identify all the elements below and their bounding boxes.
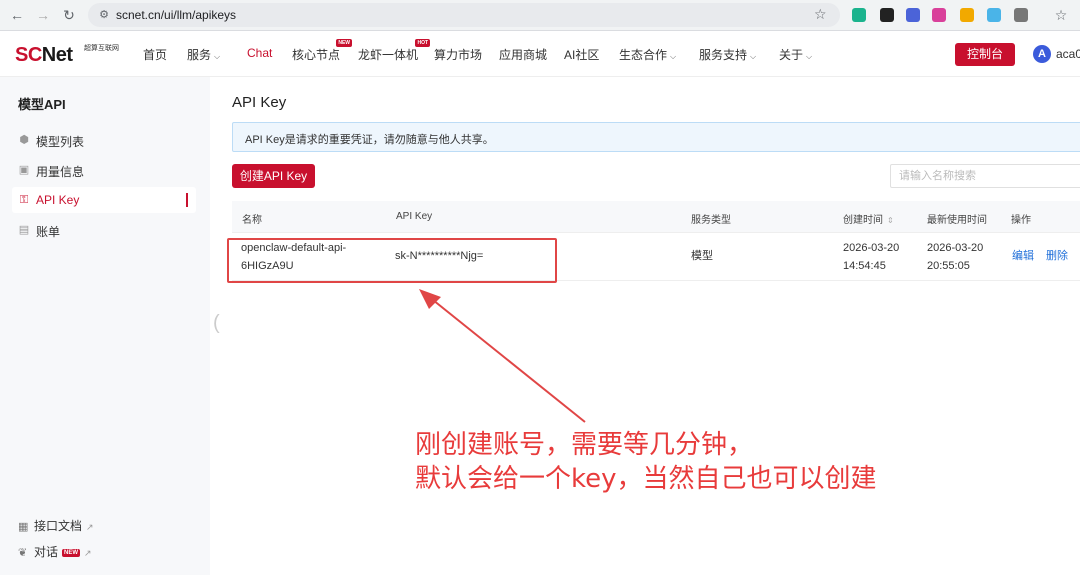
external-link-icon: ↗ [86, 522, 94, 532]
nav-compute-market[interactable]: 算力市场 [434, 46, 482, 63]
nav-app-store[interactable]: 应用商城 [499, 46, 547, 63]
delete-link[interactable]: 删除 [1046, 247, 1068, 265]
sidebar: 模型API ⬢ 模型列表 ▣ 用量信息 ⚿ API Key ▤ 账单 ▦ 接口文档… [0, 77, 210, 575]
cell-service-type: 模型 [691, 250, 713, 262]
column-actions: 操作 [1011, 215, 1031, 226]
address-bar[interactable]: ⚙ scnet.cn/ui/llm/apikeys ☆ [88, 3, 840, 27]
nav-home[interactable]: 首页 [143, 46, 167, 63]
nav-ai-community[interactable]: AI社区 [564, 46, 599, 63]
username[interactable]: aca0 [1056, 47, 1080, 61]
create-api-key-button[interactable]: 创建API Key [232, 164, 315, 188]
nav-ecosystem[interactable]: 生态合作 ⌵ [619, 46, 676, 63]
reload-icon[interactable]: ↻ [60, 6, 78, 24]
extension-icon[interactable] [960, 8, 974, 22]
bill-icon: ▤ [18, 224, 30, 236]
new-badge: NEW [336, 39, 353, 47]
chat-link[interactable]: ❦ 对话 NEW ↗ [18, 543, 92, 560]
sidebar-item-api-key[interactable]: ⚿ API Key [12, 187, 196, 213]
cube-icon: ⬢ [19, 134, 29, 146]
chevron-down-icon: ⌵ [670, 52, 677, 61]
chevron-down-icon: ⌵ [214, 52, 221, 61]
extension-icon[interactable] [852, 8, 866, 22]
table-header: 名称 API Key 服务类型 创建时间 ⇕ 最新使用时间 操作 [232, 201, 1080, 233]
forward-icon[interactable]: → [34, 6, 52, 24]
extension-icon[interactable] [987, 8, 1001, 22]
chevron-down-icon: ⌵ [750, 52, 757, 61]
notice-banner: API Key是请求的重要凭证，请勿随意与他人共享。 [232, 122, 1080, 152]
back-icon[interactable]: ← [8, 6, 26, 24]
column-name: 名称 [242, 215, 262, 226]
column-created-time[interactable]: 创建时间 ⇕ [843, 211, 894, 226]
nav-services[interactable]: 服务 ⌵ [187, 46, 220, 63]
sidebar-title: 模型API [18, 97, 66, 112]
nav-lobster-machine[interactable]: 龙虾一体机 HOT [358, 39, 431, 63]
nav-chat[interactable]: Chat [247, 46, 272, 60]
logo-subtitle: 超算互联网 [84, 45, 119, 52]
key-icon: ⚿ [19, 194, 29, 206]
column-last-used: 最新使用时间 [927, 215, 987, 226]
search-input[interactable] [890, 164, 1080, 188]
sidebar-item-model-list[interactable]: ⬢ 模型列表 [12, 127, 196, 153]
cell-last-used: 2026-03-20 20:55:05 [927, 242, 984, 272]
url-text[interactable]: scnet.cn/ui/llm/apikeys [116, 8, 236, 22]
extension-icon[interactable] [932, 8, 946, 22]
extensions-puzzle-icon[interactable] [1014, 8, 1028, 22]
column-service-type: 服务类型 [691, 215, 731, 226]
edit-link[interactable]: 编辑 [1012, 247, 1034, 265]
extension-icon[interactable] [880, 8, 894, 22]
external-link-icon: ↗ [84, 548, 92, 558]
chart-icon: ▣ [18, 164, 30, 176]
bookmarks-icon[interactable]: ☆ [1052, 6, 1070, 24]
bookmark-star-icon[interactable]: ☆ [814, 6, 827, 23]
new-badge: NEW [62, 548, 81, 557]
nav-support[interactable]: 服务支持 ⌵ [699, 46, 756, 63]
sort-icon: ⇕ [887, 216, 894, 225]
sidebar-item-bill[interactable]: ▤ 账单 [12, 217, 196, 243]
site-info-icon[interactable]: ⚙ [96, 7, 112, 23]
nav-core-nodes[interactable]: 核心节点 NEW [292, 39, 353, 63]
doc-icon: ▦ [18, 521, 29, 533]
chevron-down-icon: ⌵ [806, 52, 813, 61]
extension-icon[interactable] [906, 8, 920, 22]
page-title: API Key [232, 94, 287, 111]
api-docs-link[interactable]: ▦ 接口文档 ↗ [18, 517, 94, 534]
console-button[interactable]: 控制台 [955, 43, 1015, 66]
chat-icon: ❦ [18, 547, 28, 559]
cell-created-time: 2026-03-20 14:54:45 [843, 242, 900, 272]
active-indicator [186, 193, 188, 207]
site-header: SCNet 超算互联网 首页 服务 ⌵ Chat 核心节点 NEW 龙虾一体机 HOT… [0, 31, 1080, 77]
column-api-key: API Key [396, 211, 433, 222]
highlight-box [227, 238, 557, 283]
annotation-text: 刚创建账号，需要等几分钟， 默认会给一个key，当然自己也可以创建 [415, 430, 877, 494]
avatar[interactable]: A [1033, 45, 1051, 63]
sidebar-collapse-handle[interactable]: ( [213, 312, 220, 335]
nav-about[interactable]: 关于 ⌵ [779, 46, 812, 63]
scnet-logo[interactable]: SCNet [15, 44, 73, 67]
browser-toolbar: ← → ↻ ⚙ scnet.cn/ui/llm/apikeys ☆ ☆ [0, 0, 1080, 31]
sidebar-item-usage[interactable]: ▣ 用量信息 [12, 157, 196, 183]
hot-badge: HOT [415, 39, 431, 47]
